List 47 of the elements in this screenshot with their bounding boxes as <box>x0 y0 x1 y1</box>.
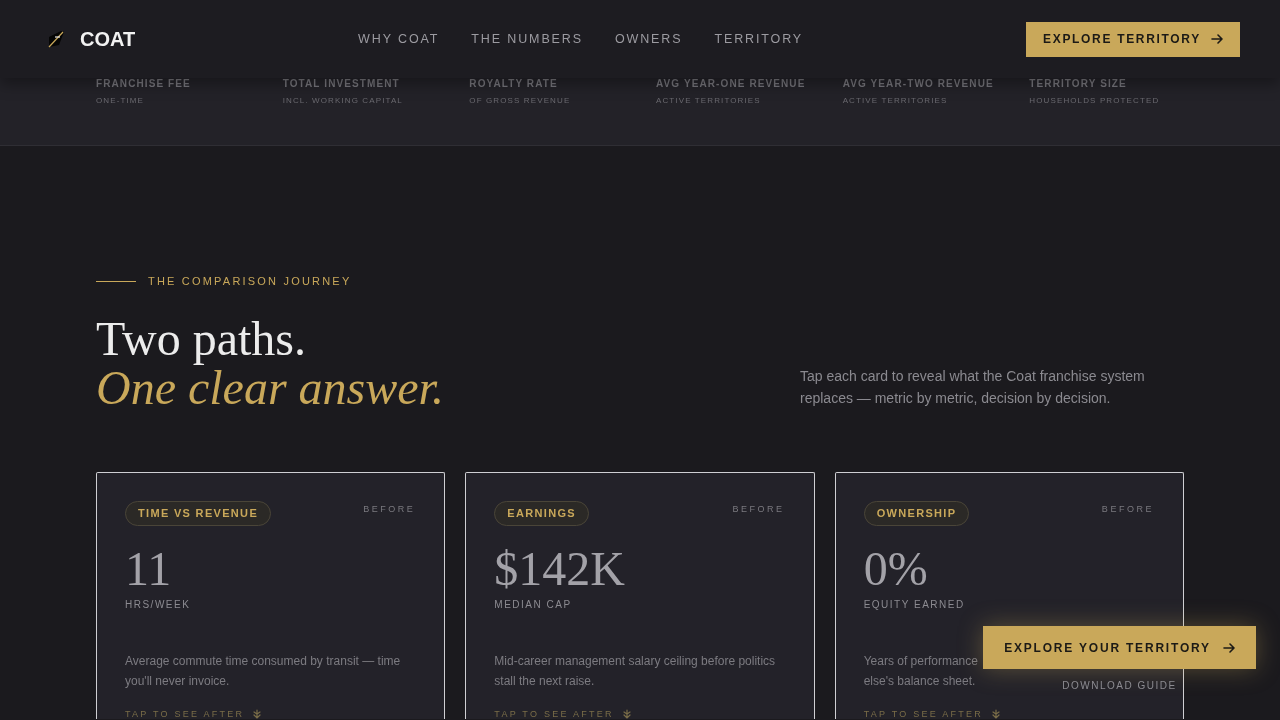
metric-value: $142K <box>494 546 625 592</box>
arrow-right-icon <box>1222 642 1235 653</box>
metric-unit: HRS/WEEK <box>125 599 191 611</box>
metric-description: Mid-career management salary ceiling before politics stall the next raise. <box>494 653 777 690</box>
stat-label: TERRITORY SIZE <box>1029 78 1127 90</box>
explore-territory-button[interactable]: EXPLORE TERRITORY <box>1026 21 1240 57</box>
nav-link[interactable]: WHY COAT <box>358 32 440 46</box>
metric-description: else's balance sheet. <box>863 672 976 690</box>
nav-link[interactable]: TERRITORY <box>714 32 804 46</box>
quill-logo-icon <box>47 30 65 48</box>
phase-label: BEFORE <box>363 503 416 516</box>
metric-value: 11 <box>125 546 172 592</box>
metric-unit: EQUITY EARNED <box>863 599 965 611</box>
stat-caption: INCL. WORKING CAPITAL <box>282 96 403 106</box>
brand-name: COAT <box>80 29 136 49</box>
stat-label: ROYALTY RATE <box>469 78 558 90</box>
nav-link[interactable]: THE NUMBERS <box>471 32 583 46</box>
metric-description: Average commute time consumed by transit — time you'll never invoice. <box>125 653 402 690</box>
phase-label: BEFORE <box>732 503 785 516</box>
download-guide-link[interactable]: DOWNLOAD GUIDE <box>1062 680 1177 692</box>
stat-caption: ACTIVE TERRITORIES <box>842 96 948 106</box>
stat-caption: ONE-TIME <box>96 96 145 106</box>
stat-label: AVG YEAR-ONE REVENUE <box>656 78 806 90</box>
arrow-down-icon <box>252 709 263 719</box>
metric-description: Years of performance <box>863 653 978 670</box>
section-eyebrow: THE COMPARISON JOURNEY <box>148 276 352 287</box>
metric-unit: MEDIAN CAP <box>494 599 572 611</box>
arrow-right-icon <box>1210 34 1223 44</box>
phase-label: BEFORE <box>1101 503 1154 516</box>
category-tag: EARNINGS <box>494 501 589 526</box>
tap-hint: TAP TO SEE AFTER <box>494 709 614 719</box>
explore-your-territory-button[interactable]: EXPLORE YOUR TERRITORY <box>983 626 1256 669</box>
stat-caption: ACTIVE TERRITORIES <box>656 96 761 106</box>
section-intro: Tap each card to reveal what the Coat franchise system replaces — metric by metric, decision by decision. <box>800 367 1146 408</box>
stat-label: AVG YEAR-TWO REVENUE <box>842 78 994 90</box>
category-tag: TIME VS REVENUE <box>125 501 272 526</box>
nav-link[interactable]: OWNERS <box>614 32 683 46</box>
tap-hint: TAP TO SEE AFTER <box>125 709 245 719</box>
section-title: Two paths. <box>96 314 306 363</box>
stat-label: FRANCHISE FEE <box>96 78 191 90</box>
category-tag: OWNERSHIP <box>863 501 970 526</box>
arrow-down-icon <box>621 709 632 719</box>
arrow-down-icon <box>991 709 1002 719</box>
stat-caption: HOUSEHOLDS PROTECTED <box>1029 96 1160 106</box>
tap-hint: TAP TO SEE AFTER <box>863 709 984 719</box>
stat-label: TOTAL INVESTMENT <box>282 78 400 90</box>
metric-value: 0% <box>863 546 928 592</box>
